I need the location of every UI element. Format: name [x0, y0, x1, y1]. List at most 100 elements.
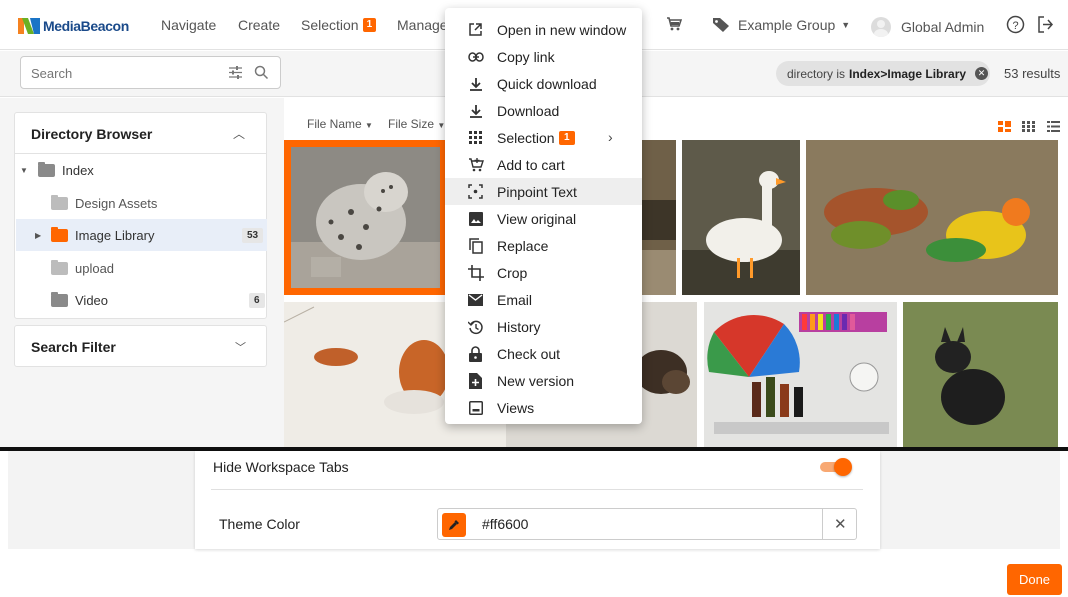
nav-navigate[interactable]: Navigate — [161, 17, 216, 33]
menu-item-label: Open in new window — [497, 22, 627, 38]
menu-item-add-to-cart[interactable]: Add to cart — [445, 151, 642, 178]
color-picker-button[interactable] — [442, 513, 466, 537]
pinpoint-icon — [467, 183, 484, 200]
group-dropdown[interactable]: Example Group ▼ — [712, 17, 850, 33]
menu-item-email[interactable]: Email — [445, 286, 642, 313]
search-filter-panel[interactable]: Search Filter ﹀ — [14, 325, 267, 367]
menu-item-check-out[interactable]: Check out — [445, 340, 642, 367]
tree-item-video[interactable]: Video 6 — [16, 284, 266, 316]
menu-item-replace[interactable]: Replace — [445, 232, 642, 259]
grid-view-icon[interactable] — [1022, 120, 1035, 135]
caret-down-icon: ▼ — [365, 121, 373, 130]
menu-item-quick-download[interactable]: Quick download — [445, 70, 642, 97]
mediabeacon-logo-icon — [18, 18, 40, 34]
folder-icon — [38, 161, 55, 177]
views-icon — [467, 399, 484, 416]
menu-item-selection[interactable]: Selection 1 › — [445, 124, 642, 151]
nav-create[interactable]: Create — [238, 17, 280, 33]
color-chart-image — [704, 302, 897, 448]
theme-color-input[interactable]: #ff6600 — [482, 516, 528, 532]
snow-leopard-image — [291, 147, 440, 288]
item-count-badge: 53 — [242, 227, 264, 243]
divider — [211, 489, 863, 490]
masonry-view-icon[interactable] — [998, 120, 1011, 135]
asset-thumbnail-partial[interactable] — [640, 140, 676, 295]
search-filter-title: Search Filter — [31, 339, 116, 355]
nav-create-label: Create — [238, 17, 281, 33]
asset-thumbnail-parrots[interactable] — [806, 140, 1058, 295]
done-button[interactable]: Done — [1007, 564, 1062, 595]
cart-add-icon — [467, 156, 484, 173]
folder-icon — [51, 259, 68, 275]
asset-thumbnail-wolf[interactable] — [903, 302, 1058, 448]
asset-thumbnail-color-chart[interactable] — [704, 302, 897, 448]
menu-item-label: Views — [497, 400, 535, 416]
selection-count-badge: 1 — [362, 18, 377, 32]
menu-item-label: Download — [497, 103, 560, 119]
filter-chip[interactable]: directory is Index>Image Library ✕ — [776, 61, 990, 86]
sort-file-name[interactable]: File Name ▼ — [307, 117, 373, 131]
svg-text:?: ? — [1012, 20, 1018, 32]
tree-item-label: Index — [62, 162, 94, 178]
menu-item-pinpoint-text[interactable]: Pinpoint Text — [445, 178, 642, 205]
tree-item-label: Video — [75, 292, 109, 308]
menu-item-download[interactable]: Download — [445, 97, 642, 124]
filter-chip-prefix: directory is — [787, 66, 846, 81]
logo[interactable]: MediaBeacon — [18, 15, 129, 37]
expand-caret-icon[interactable]: ▼ — [20, 166, 28, 175]
menu-item-copy-link[interactable]: Copy link — [445, 43, 642, 70]
settings-panel: Hide Workspace Tabs Theme Color #ff6600 … — [195, 451, 880, 549]
list-view-icon[interactable] — [1047, 120, 1060, 135]
collapse-chevron-icon[interactable]: ︿ — [233, 125, 245, 142]
nav-manage[interactable]: Manage — [397, 17, 448, 33]
directory-browser-title: Directory Browser — [31, 126, 153, 142]
nav-selection[interactable]: Selection 1 — [301, 17, 377, 33]
tree-item-upload[interactable]: upload — [16, 252, 266, 284]
menu-item-views[interactable]: Views — [445, 394, 642, 421]
link-icon — [467, 48, 484, 65]
menu-item-open-new-window[interactable]: Open in new window — [445, 16, 642, 43]
folder-icon — [51, 226, 68, 242]
replace-icon — [467, 237, 484, 254]
tag-icon — [713, 18, 729, 32]
menu-item-new-version[interactable]: New version — [445, 367, 642, 394]
logout-icon[interactable] — [1036, 15, 1055, 37]
chip-close-icon[interactable]: ✕ — [975, 67, 989, 80]
nav-selection-label: Selection — [301, 17, 359, 33]
eyedropper-icon — [449, 520, 459, 530]
search-icon[interactable] — [254, 65, 269, 83]
tree-item-design-assets[interactable]: Design Assets — [16, 187, 266, 219]
tree-item-image-library[interactable]: ▶ Image Library 53 — [16, 219, 267, 251]
menu-item-label: Crop — [497, 265, 528, 281]
hide-workspace-tabs-label: Hide Workspace Tabs — [213, 459, 349, 475]
submenu-chevron-icon: › — [608, 129, 613, 145]
asset-thumbnail-goose[interactable] — [682, 140, 800, 295]
sort-file-name-label: File Name — [307, 117, 362, 131]
menu-item-history[interactable]: History — [445, 313, 642, 340]
cart-icon[interactable] — [666, 16, 683, 35]
hide-workspace-tabs-toggle[interactable] — [818, 458, 852, 476]
asset-thumbnail-snow-leopard[interactable] — [284, 140, 447, 295]
caret-down-icon: ▼ — [841, 20, 851, 30]
menu-item-label: Add to cart — [497, 157, 565, 173]
group-label: Example Group — [738, 17, 836, 33]
lock-icon — [467, 345, 484, 362]
item-count-badge: 6 — [249, 292, 265, 308]
menu-item-label: History — [497, 319, 541, 335]
sort-file-size[interactable]: File Size ▼ — [388, 117, 445, 131]
user-menu[interactable]: Global Admin — [871, 17, 984, 37]
tree-item-index[interactable]: ▼ Index — [16, 154, 266, 186]
filter-sliders-icon[interactable] — [228, 65, 243, 83]
clear-icon[interactable]: ✕ — [834, 515, 847, 533]
theme-color-label: Theme Color — [219, 516, 300, 532]
menu-item-view-original[interactable]: View original — [445, 205, 642, 232]
menu-item-label: Check out — [497, 346, 561, 362]
help-icon[interactable]: ? — [1006, 15, 1025, 37]
filter-chip-value: Index>Image Library — [849, 66, 967, 81]
tree-item-label: Image Library — [75, 227, 155, 243]
search-input[interactable] — [31, 64, 211, 82]
expand-caret-icon[interactable]: ▶ — [35, 231, 41, 240]
expand-chevron-icon[interactable]: ﹀ — [235, 339, 246, 355]
menu-item-crop[interactable]: Crop — [445, 259, 642, 286]
nav-navigate-label: Navigate — [161, 17, 217, 33]
